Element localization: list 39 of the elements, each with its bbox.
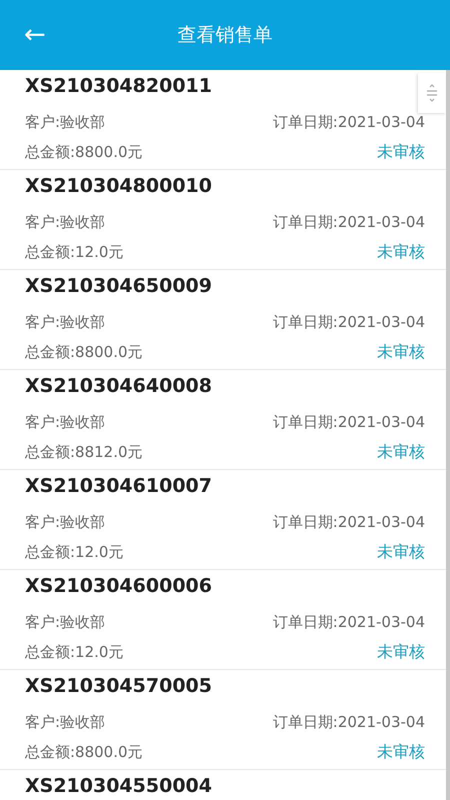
total-amount: 总金额:12.0元 [25, 242, 124, 262]
order-number: XS210304550004 [25, 774, 213, 798]
order-date: 订单日期:2021-03-04 [272, 212, 425, 232]
order-date: 订单日期:2021-03-04 [272, 512, 425, 532]
customer-label: 客户:验收部 [25, 712, 106, 732]
order-number: XS210304570005 [25, 674, 213, 698]
page-title: 查看销售单 [178, 23, 272, 48]
order-number: XS210304650009 [25, 274, 213, 298]
customer-label: 客户:验收部 [25, 312, 106, 332]
customer-label: 客户:验收部 [25, 512, 106, 532]
order-date: 订单日期:2021-03-04 [272, 112, 425, 132]
review-status: 未审核 [377, 742, 425, 762]
customer-label: 客户:验收部 [25, 212, 106, 232]
total-amount: 总金额:8800.0元 [25, 342, 143, 362]
customer-label: 客户:验收部 [25, 612, 106, 632]
total-amount: 总金额:8800.0元 [25, 142, 143, 162]
order-date: 订单日期:2021-03-04 [272, 412, 425, 432]
order-number: XS210304820011 [25, 74, 213, 98]
review-status: 未审核 [377, 242, 425, 262]
order-date: 订单日期:2021-03-04 [272, 312, 425, 332]
review-status: 未审核 [377, 642, 425, 662]
customer-label: 客户:验收部 [25, 412, 106, 432]
scroll-handle[interactable] [418, 73, 446, 113]
customer-label: 客户:验收部 [25, 112, 106, 132]
order-date: 订单日期:2021-03-04 [272, 712, 425, 732]
total-amount: 总金额:12.0元 [25, 642, 124, 662]
total-amount: 总金额:12.0元 [25, 542, 124, 562]
review-status: 未审核 [377, 342, 425, 362]
order-date: 订单日期:2021-03-04 [272, 612, 425, 632]
order-number: XS210304610007 [25, 474, 213, 498]
order-number: XS210304800010 [25, 174, 213, 198]
total-amount: 总金额:8812.0元 [25, 442, 143, 462]
review-status: 未审核 [377, 142, 425, 162]
total-amount: 总金额:8800.0元 [25, 742, 143, 762]
drag-handle-icon [426, 83, 438, 103]
review-status: 未审核 [377, 442, 425, 462]
order-number: XS210304600006 [25, 574, 213, 598]
order-number: XS210304640008 [25, 374, 213, 398]
review-status: 未审核 [377, 542, 425, 562]
